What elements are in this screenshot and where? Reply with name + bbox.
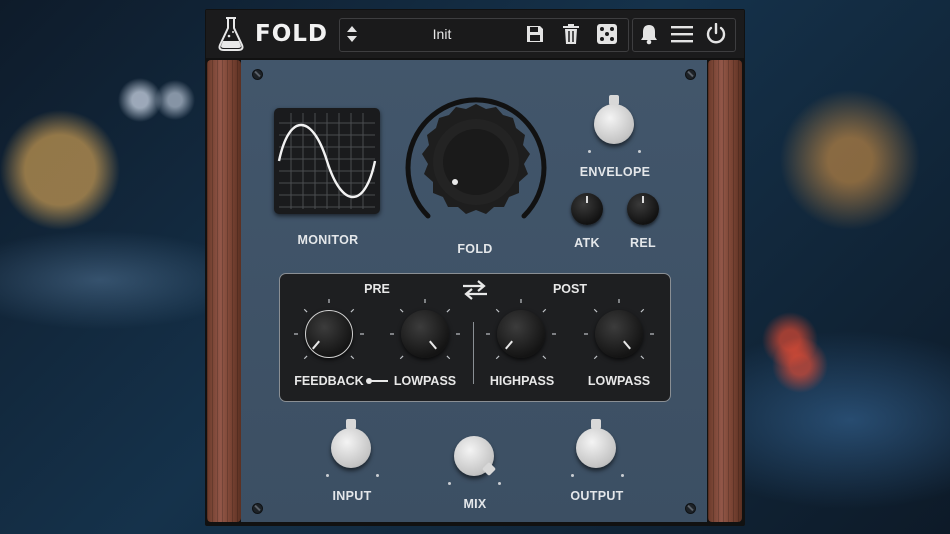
wood-side-right <box>708 60 742 522</box>
monitor-display <box>274 108 380 214</box>
range-dot <box>448 482 451 485</box>
plugin-title: FOLD <box>255 21 329 47</box>
rel-knob-pointer <box>642 196 644 203</box>
screw-icon <box>252 69 263 80</box>
preset-name[interactable]: Init <box>400 26 484 42</box>
envelope-knob[interactable] <box>594 104 634 144</box>
flask-icon <box>218 17 244 51</box>
envelope-label: ENVELOPE <box>579 165 651 179</box>
output-knob-pointer <box>591 419 601 429</box>
input-knob[interactable] <box>331 428 371 468</box>
screw-icon <box>252 503 263 514</box>
fold-label: FOLD <box>457 242 493 256</box>
input-knob-pointer <box>346 419 356 429</box>
post-label: POST <box>552 282 588 296</box>
sine-wave-graph <box>277 113 377 209</box>
atk-label: ATK <box>574 236 600 250</box>
atk-knob-pointer <box>586 196 588 203</box>
monitor-label: MONITOR <box>297 233 359 247</box>
input-label: INPUT <box>332 489 372 503</box>
power-icon[interactable] <box>703 21 729 47</box>
pre-label: PRE <box>364 282 390 296</box>
range-dot <box>498 482 501 485</box>
range-dot <box>571 474 574 477</box>
range-dot <box>621 474 624 477</box>
range-dot <box>326 474 329 477</box>
mix-label: MIX <box>463 497 487 511</box>
preset-selector[interactable] <box>339 18 629 52</box>
updown-arrows-icon[interactable] <box>339 21 365 47</box>
output-knob[interactable] <box>576 428 616 468</box>
save-icon[interactable] <box>522 21 548 47</box>
screw-icon <box>685 69 696 80</box>
dice-icon[interactable] <box>594 21 620 47</box>
fold-knob[interactable] <box>400 88 552 228</box>
bell-icon[interactable] <box>636 21 662 47</box>
menu-icon[interactable] <box>669 21 695 47</box>
trash-icon[interactable] <box>558 21 584 47</box>
output-label: OUTPUT <box>570 489 624 503</box>
range-dot <box>376 474 379 477</box>
knob-tick-marks <box>294 299 654 360</box>
range-dot <box>638 150 641 153</box>
range-dot <box>588 150 591 153</box>
wood-side-left <box>207 60 241 522</box>
screw-icon <box>685 503 696 514</box>
envelope-knob-pointer <box>609 95 619 105</box>
rel-label: REL <box>630 236 656 250</box>
